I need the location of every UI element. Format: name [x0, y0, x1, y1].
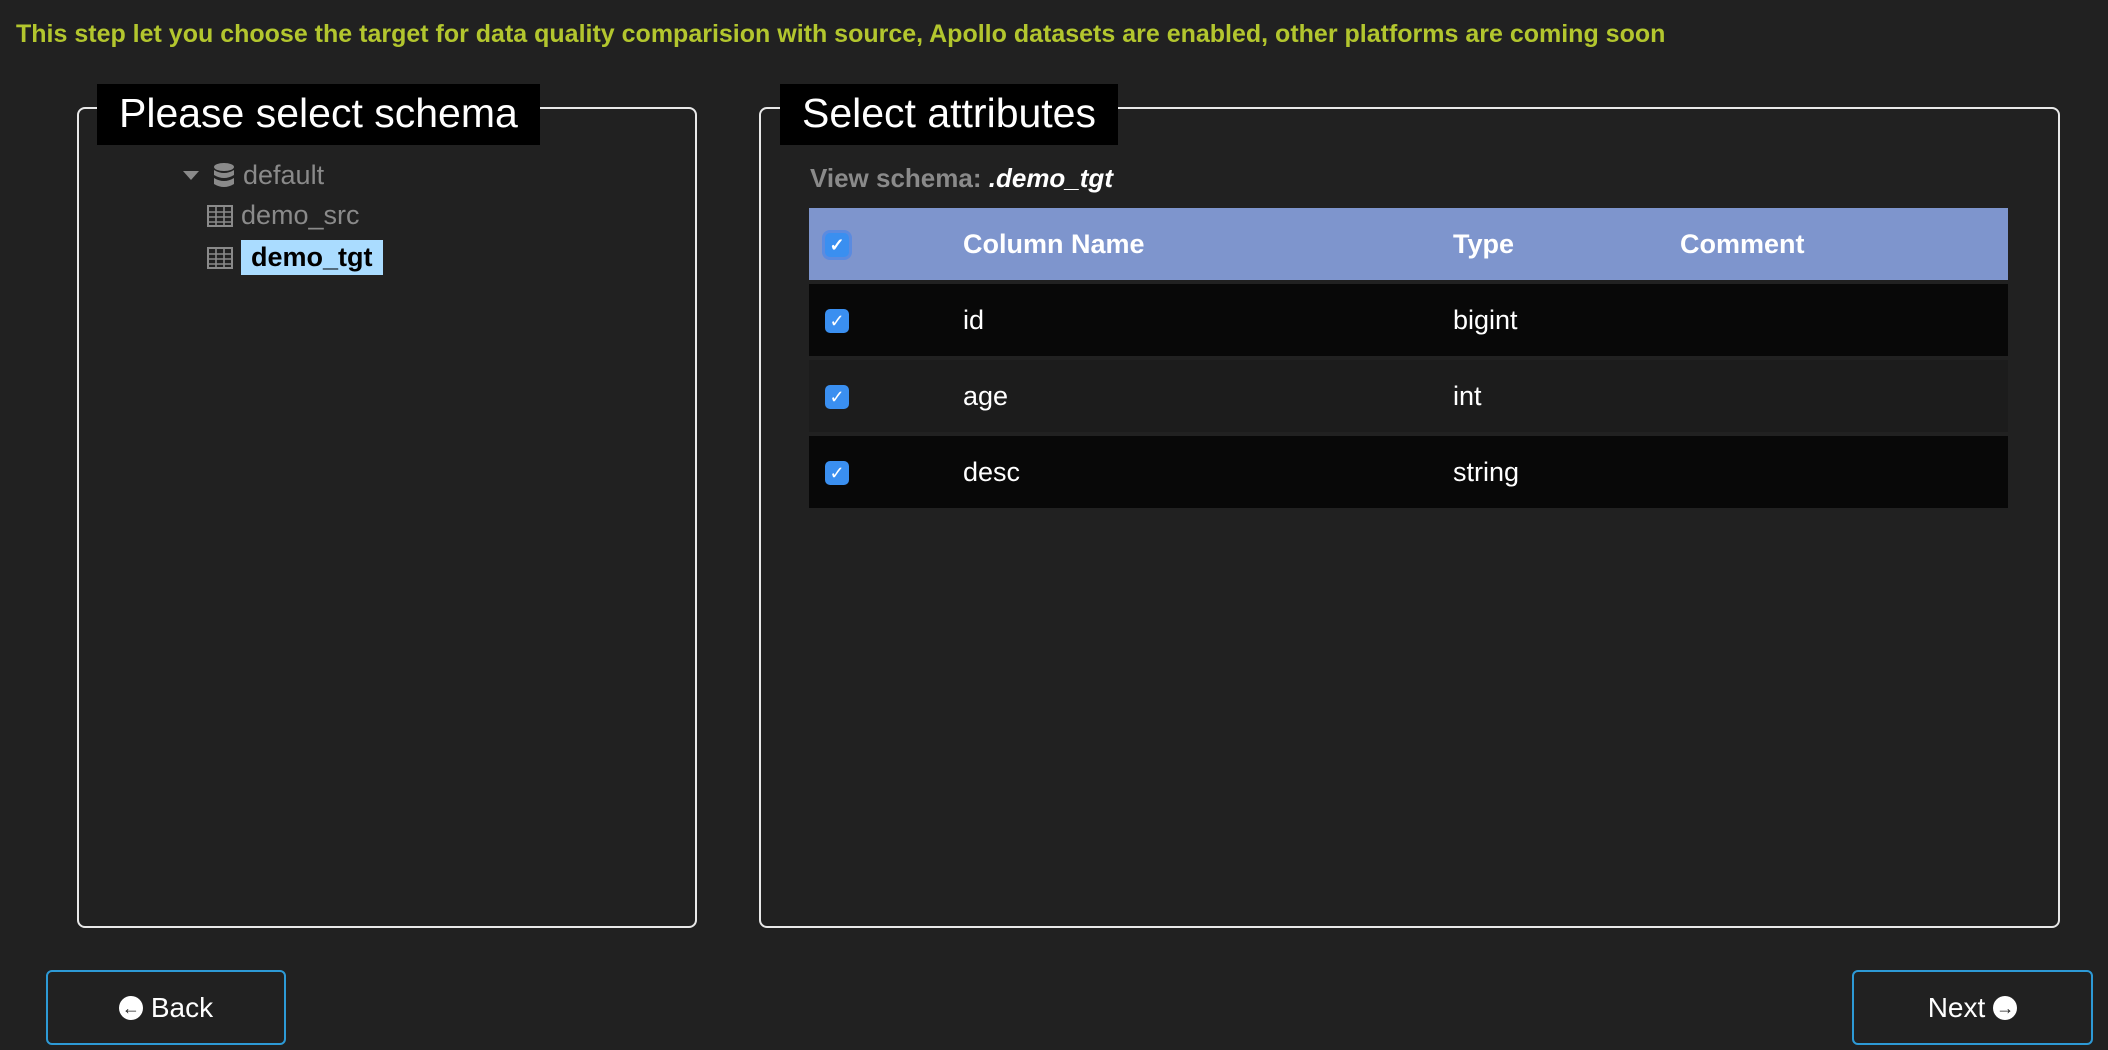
next-button-label: Next [1927, 991, 1986, 1023]
column-header-comment[interactable]: Comment [1680, 208, 2008, 280]
row-checkbox[interactable]: ✓ [825, 461, 849, 486]
cell-name: desc [963, 436, 1453, 508]
tree-node-default[interactable]: default [183, 160, 324, 191]
back-button-label: Back [150, 991, 214, 1023]
next-button[interactable]: Next → [1852, 970, 2093, 1045]
step-description: This step let you choose the target for … [16, 20, 1666, 48]
view-schema-value: .demo_tgt [988, 163, 1113, 193]
database-icon [214, 162, 234, 187]
schema-panel: Please select schema [77, 84, 697, 928]
table-icon [207, 246, 233, 269]
table-row: ✓ id bigint [809, 284, 2008, 356]
arrow-circle-left-icon: ← [118, 995, 143, 1020]
cell-comment [1680, 360, 2008, 432]
cell-comment [1680, 436, 2008, 508]
row-checkbox[interactable]: ✓ [825, 385, 849, 410]
tree-node-label: default [243, 160, 325, 190]
back-button[interactable]: ← Back [46, 970, 286, 1045]
column-header-name[interactable]: Column Name [963, 208, 1453, 280]
view-schema-label: View schema: [810, 163, 982, 193]
table-icon [207, 204, 233, 227]
caret-down-icon[interactable] [183, 171, 199, 180]
tree-node-demo-src[interactable]: demo_src [207, 200, 360, 231]
table-row: ✓ age int [809, 360, 2008, 432]
schema-panel-title: Please select schema [97, 84, 540, 145]
arrow-circle-right-icon: → [1993, 995, 2018, 1020]
select-all-checkbox[interactable]: ✓ [825, 233, 849, 258]
tree-node-label: demo_src [241, 200, 360, 230]
table-header-row: ✓ Column Name Type Comment [809, 208, 2008, 280]
row-checkbox[interactable]: ✓ [825, 309, 849, 334]
cell-type: string [1453, 436, 1680, 508]
tree-node-label-selected: demo_tgt [241, 240, 383, 275]
view-schema: View schema: .demo_tgt [810, 163, 1113, 194]
cell-name: age [963, 360, 1453, 432]
cell-type: int [1453, 360, 1680, 432]
cell-comment [1680, 284, 2008, 356]
tree-node-demo-tgt[interactable]: demo_tgt [207, 240, 383, 275]
table-row: ✓ desc string [809, 436, 2008, 508]
cell-name: id [963, 284, 1453, 356]
column-header-type[interactable]: Type [1453, 208, 1680, 280]
cell-type: bigint [1453, 284, 1680, 356]
attributes-panel-title: Select attributes [780, 84, 1118, 145]
attributes-table: ✓ Column Name Type Comment ✓ id bigint ✓… [809, 204, 2008, 512]
